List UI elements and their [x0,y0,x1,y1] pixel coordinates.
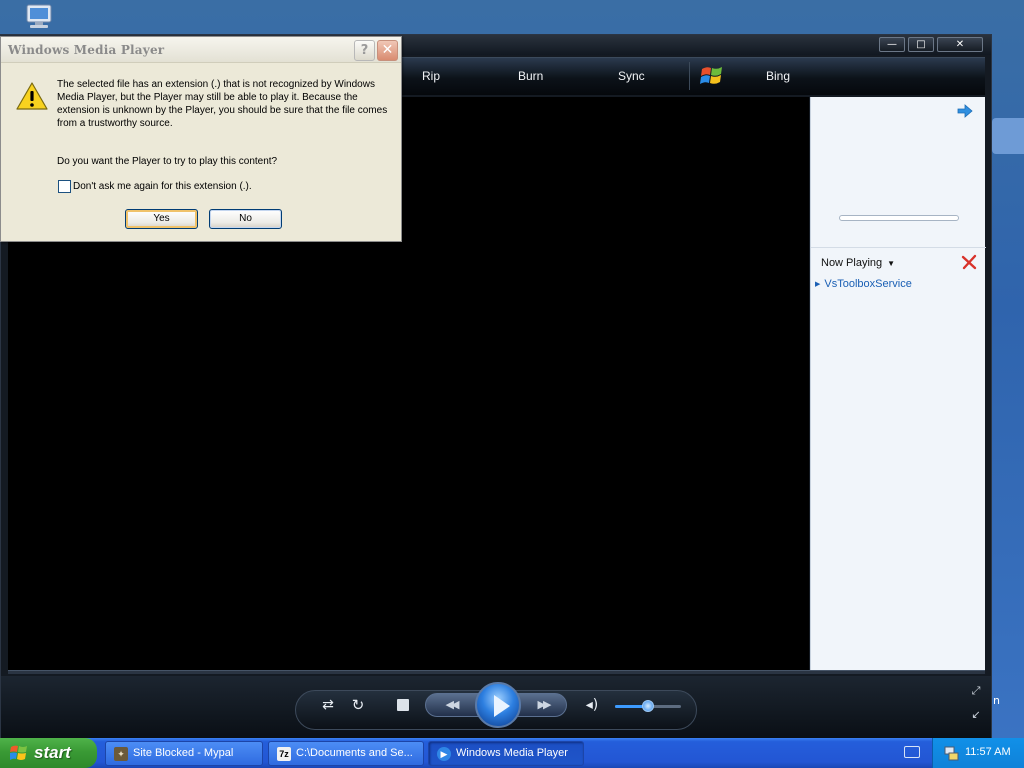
tab-sync[interactable]: Sync [618,69,645,83]
tab-burn[interactable]: Burn [518,69,543,83]
dialog-message: The selected file has an extension (.) t… [57,79,388,129]
seek-bar[interactable] [8,670,985,674]
previous-button[interactable]: ◀◀ [437,696,465,714]
dropdown-arrow-icon: ▼ [887,258,896,268]
now-playing-label: Now Playing [821,257,883,269]
taskbar-item-7zip[interactable]: 7z C:\Documents and Se... [268,741,424,766]
taskbar-item-wmp[interactable]: ▶ Windows Media Player [428,741,584,766]
current-item-marker-icon: ▶ [815,281,821,289]
taskbar-item-mypal[interactable]: ✦ Site Blocked - Mypal [105,741,263,766]
now-playing-menu[interactable]: Now Playing ▼ [821,257,895,269]
mute-button[interactable]: ◂) [583,696,601,714]
list-divider [811,247,986,248]
minimize-button[interactable]: — [879,37,905,52]
close-button[interactable]: ✕ [937,37,983,52]
next-button[interactable]: ▶▶ [529,696,557,714]
windows-logo-icon[interactable] [699,64,725,88]
tab-bing[interactable]: Bing [766,69,790,83]
shuffle-button[interactable]: ⇄ [319,696,337,714]
dont-ask-checkbox-label[interactable]: Don't ask me again for this extension (.… [73,181,252,192]
task-label: Windows Media Player [456,747,568,759]
clock[interactable]: 11:57 AM [965,746,1011,758]
my-computer-icon[interactable] [22,2,56,32]
repeat-button[interactable]: ↻ [349,696,367,714]
list-pane: Now Playing ▼ ▶ VsToolboxService [810,97,986,670]
wmp-warning-dialog: Windows Media Player ? ✕ The selected fi… [0,36,402,242]
maximize-button[interactable]: □ [908,37,934,52]
taskbar: start ✦ Site Blocked - Mypal 7z C:\Docum… [0,738,1024,768]
tab-rip[interactable]: Rip [422,69,440,83]
full-mode-icon[interactable]: ⤢ [969,684,983,698]
play-icon [494,695,510,717]
start-label: start [34,743,71,762]
dialog-close-button[interactable]: ✕ [377,40,398,61]
dialog-title: Windows Media Player [8,43,165,57]
playback-controls: ⇄ ↻ ◀◀ ▶▶ ◂) ⤢ ↙ [1,676,991,738]
wmp-icon: ▶ [437,747,451,761]
windows-flag-icon [10,744,28,762]
background-window-edge [992,118,1024,154]
dialog-titlebar[interactable]: Windows Media Player ? ✕ [1,37,401,63]
forward-arrow-icon[interactable] [957,103,973,118]
task-label: C:\Documents and Se... [296,747,413,759]
7zip-icon: 7z [277,747,291,761]
warning-icon [15,81,49,111]
mypal-icon: ✦ [114,747,128,761]
switch-to-library-icon[interactable]: ↙ [969,708,983,722]
network-icon[interactable] [943,745,959,761]
no-button[interactable]: No [209,209,282,229]
dialog-question: Do you want the Player to try to play th… [57,156,278,167]
yes-button[interactable]: Yes [125,209,198,229]
start-button[interactable]: start [0,738,97,768]
dont-ask-checkbox[interactable] [58,180,71,193]
volume-slider-knob[interactable] [642,700,654,712]
help-button[interactable]: ? [354,40,375,61]
task-label: Site Blocked - Mypal [133,747,234,759]
keyboard-icon[interactable] [904,746,920,758]
system-tray: 11:57 AM [932,738,1024,768]
play-button[interactable] [475,682,521,728]
playlist-item[interactable]: ▶ VsToolboxService [815,278,912,290]
clear-list-icon[interactable] [961,254,977,270]
playlist-item-label: VsToolboxService [824,278,912,290]
stop-button[interactable] [397,699,409,711]
list-progress-bar [839,215,959,221]
nav-divider [689,62,690,90]
